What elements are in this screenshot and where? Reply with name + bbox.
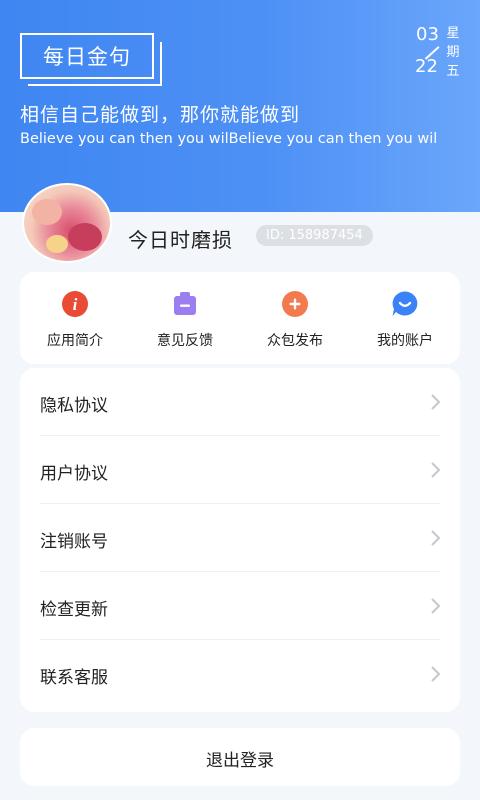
shortcuts-card: i 应用简介 意见反馈 众包发布 我的账户 [20,272,460,364]
user-id-badge: ID: 158987454 [256,225,373,246]
shortcut-crowdsource-publish[interactable]: 众包发布 [240,272,350,364]
shortcut-label: 意见反馈 [157,333,213,349]
menu-item-label: 注销账号 [40,532,108,552]
menu-item-check-update[interactable]: 检查更新 [20,572,460,640]
menu-item-delete-account[interactable]: 注销账号 [20,504,460,572]
weekday: 星 期 五 [446,26,460,79]
feedback-icon [171,290,199,318]
menu-item-label: 检查更新 [40,600,108,620]
menu-item-privacy-policy[interactable]: 隐私协议 [20,368,460,436]
daily-quote-title: 每日金句 [43,45,131,69]
header-banner: 每日金句 03 22 星 期 五 相信自己能做到，那你就能做到 Believe … [0,0,480,212]
menu-item-user-agreement[interactable]: 用户协议 [20,436,460,504]
quote-text-english: Believe you can then you wilBelieve you … [20,131,438,147]
chevron-right-icon [431,598,441,614]
chevron-right-icon [431,530,441,546]
logout-button[interactable]: 退出登录 [20,728,460,786]
info-icon: i [61,290,89,318]
shortcut-label: 众包发布 [267,333,323,349]
avatar[interactable] [22,183,112,263]
chevron-right-icon [431,666,441,682]
shortcut-feedback[interactable]: 意见反馈 [130,272,240,364]
menu-item-label: 隐私协议 [40,396,108,416]
settings-menu-card: 隐私协议 用户协议 注销账号 检查更新 联系客服 [20,368,460,712]
shortcut-label: 我的账户 [377,333,433,349]
date-day: 03 [416,24,439,45]
logout-label: 退出登录 [206,751,274,771]
username: 今日时磨损 [128,228,233,252]
shortcut-my-account[interactable]: 我的账户 [350,272,460,364]
shortcut-app-intro[interactable]: i 应用简介 [20,272,130,364]
chevron-right-icon [431,462,441,478]
daily-quote-badge: 每日金句 [20,33,162,86]
menu-item-label: 用户协议 [40,464,108,484]
menu-item-contact-support[interactable]: 联系客服 [20,640,460,708]
date-month: 22 [415,56,438,77]
svg-text:i: i [73,295,78,314]
smile-chat-icon [391,290,419,318]
date-display: 03 22 星 期 五 [412,22,468,80]
chevron-right-icon [431,394,441,410]
shortcut-label: 应用简介 [47,333,103,349]
quote-text-chinese: 相信自己能做到，那你就能做到 [20,104,301,126]
plus-icon [281,290,309,318]
menu-item-label: 联系客服 [40,668,108,688]
